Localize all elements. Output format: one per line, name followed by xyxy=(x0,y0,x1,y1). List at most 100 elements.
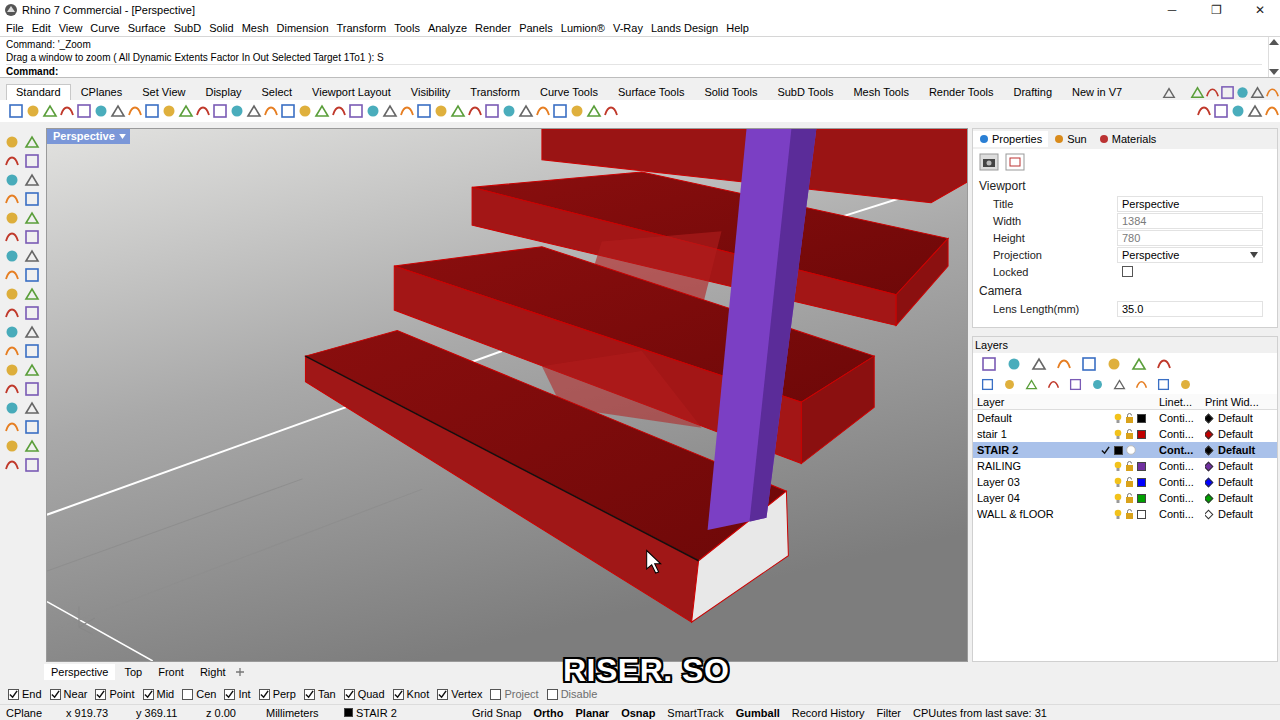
tool-icon[interactable] xyxy=(4,191,20,207)
menu-item[interactable]: Solid xyxy=(205,22,237,34)
bulb-icon[interactable] xyxy=(1114,413,1122,424)
tool-icon[interactable] xyxy=(24,438,40,454)
tool-icon[interactable] xyxy=(1056,356,1072,372)
tool-icon[interactable] xyxy=(467,103,483,119)
layer-linetype[interactable]: Conti... xyxy=(1159,476,1205,488)
tool-icon[interactable] xyxy=(280,103,296,119)
tool-icon[interactable] xyxy=(1190,85,1205,100)
layer-row[interactable]: WALL & fLOORConti...Default xyxy=(973,506,1277,522)
layer-print-width[interactable]: Default xyxy=(1205,412,1277,424)
tool-icon[interactable] xyxy=(24,419,40,435)
lock-icon[interactable] xyxy=(1125,413,1134,423)
toolbar-tab[interactable]: Standard xyxy=(6,84,71,100)
menu-item[interactable]: SubD xyxy=(170,22,206,34)
tool-icon[interactable] xyxy=(24,153,40,169)
window-control[interactable]: ❐ xyxy=(1196,3,1236,17)
menu-item[interactable]: Dimension xyxy=(273,22,333,34)
tool-icon[interactable] xyxy=(93,103,109,119)
tool-icon[interactable] xyxy=(4,362,20,378)
tool-icon[interactable] xyxy=(433,103,449,119)
tool-icon[interactable] xyxy=(178,103,194,119)
tool-icon[interactable] xyxy=(981,378,994,391)
tool-icon[interactable] xyxy=(586,103,602,119)
tool-icon[interactable] xyxy=(1006,356,1022,372)
column-header[interactable]: Layer xyxy=(977,396,1101,408)
tool-icon[interactable] xyxy=(8,103,24,119)
command-scroll[interactable] xyxy=(1268,37,1280,77)
print-color[interactable] xyxy=(1205,461,1213,471)
tool-icon[interactable] xyxy=(4,267,20,283)
menu-item[interactable]: View xyxy=(55,22,87,34)
menu-item[interactable]: File xyxy=(2,22,28,34)
menu-item[interactable]: Help xyxy=(722,22,753,34)
lock-icon[interactable] xyxy=(1125,429,1134,439)
tool-icon[interactable] xyxy=(1106,356,1122,372)
toolbar-tab[interactable]: Mesh Tools xyxy=(843,84,918,100)
osnap-checkbox[interactable] xyxy=(182,689,193,700)
tool-icon[interactable] xyxy=(4,172,20,188)
layer-print-width[interactable]: Default xyxy=(1205,444,1277,456)
layer-name[interactable]: Layer 03 xyxy=(977,476,1101,488)
tool-icon[interactable] xyxy=(569,103,585,119)
menu-item[interactable]: Lands Design xyxy=(647,22,722,34)
tool-icon[interactable] xyxy=(1264,103,1280,119)
tool-icon[interactable] xyxy=(4,400,20,416)
tool-icon[interactable] xyxy=(1069,378,1082,391)
layer-linetype[interactable]: Conti... xyxy=(1159,428,1205,440)
bulb-icon[interactable] xyxy=(1114,461,1122,472)
layer-linetype[interactable]: Conti... xyxy=(1159,460,1205,472)
tool-icon[interactable] xyxy=(1205,85,1220,100)
tool-icon[interactable] xyxy=(1031,356,1047,372)
tool-icon[interactable] xyxy=(1265,85,1280,100)
osnap-toggle[interactable]: Point xyxy=(95,688,134,700)
viewport-tab[interactable]: Top xyxy=(117,664,149,680)
tool-icon[interactable] xyxy=(24,248,40,264)
layer-name[interactable]: WALL & fLOOR xyxy=(977,508,1101,520)
tool-icon[interactable] xyxy=(450,103,466,119)
menu-item[interactable]: Curve xyxy=(86,22,123,34)
tool-icon[interactable] xyxy=(4,134,20,150)
tool-icon[interactable] xyxy=(24,191,40,207)
osnap-toggle[interactable]: Vertex xyxy=(437,688,482,700)
toolbar-tab[interactable]: Display xyxy=(195,84,251,100)
layer-linetype[interactable]: Conti... xyxy=(1159,492,1205,504)
osnap-checkbox[interactable] xyxy=(437,689,448,700)
layer-row[interactable]: stair 1Conti...Default xyxy=(973,426,1277,442)
tool-icon[interactable] xyxy=(1157,378,1170,391)
tool-icon[interactable] xyxy=(263,103,279,119)
tool-icon[interactable] xyxy=(1081,356,1097,372)
toolbar-tab[interactable]: Surface Tools xyxy=(608,84,694,100)
layer-color[interactable] xyxy=(1137,478,1146,487)
tool-icon[interactable] xyxy=(110,103,126,119)
tool-icon[interactable] xyxy=(535,103,551,119)
layer-linetype[interactable]: Conti... xyxy=(1159,508,1205,520)
column-header[interactable]: Linet... xyxy=(1159,396,1205,408)
menu-item[interactable]: Edit xyxy=(28,22,55,34)
tool-icon[interactable] xyxy=(399,103,415,119)
tool-icon[interactable] xyxy=(1025,378,1038,391)
tool-icon[interactable] xyxy=(4,229,20,245)
tool-icon[interactable] xyxy=(1250,85,1265,100)
tool-icon[interactable] xyxy=(1003,378,1016,391)
tool-icon[interactable] xyxy=(76,103,92,119)
menu-item[interactable]: V-Ray xyxy=(609,22,647,34)
osnap-checkbox[interactable] xyxy=(304,689,315,700)
tool-icon[interactable] xyxy=(4,305,20,321)
osnap-toggle[interactable]: Int xyxy=(224,688,250,700)
layer-name[interactable]: RAILING xyxy=(977,460,1101,472)
osnap-checkbox[interactable] xyxy=(224,689,235,700)
menu-item[interactable]: Mesh xyxy=(238,22,273,34)
tool-icon[interactable] xyxy=(348,103,364,119)
tool-icon[interactable] xyxy=(4,438,20,454)
tool-icon[interactable] xyxy=(518,103,534,119)
osnap-checkbox[interactable] xyxy=(490,689,501,700)
osnap-checkbox[interactable] xyxy=(259,689,270,700)
tool-icon[interactable] xyxy=(501,103,517,119)
print-color[interactable] xyxy=(1205,445,1213,455)
tool-icon[interactable] xyxy=(25,103,41,119)
tool-icon[interactable] xyxy=(42,103,58,119)
tool-icon[interactable] xyxy=(4,286,20,302)
toolbar-tab[interactable]: CPlanes xyxy=(71,84,133,100)
status-toggle[interactable]: Osnap xyxy=(615,707,661,719)
tool-icon[interactable] xyxy=(24,229,40,245)
